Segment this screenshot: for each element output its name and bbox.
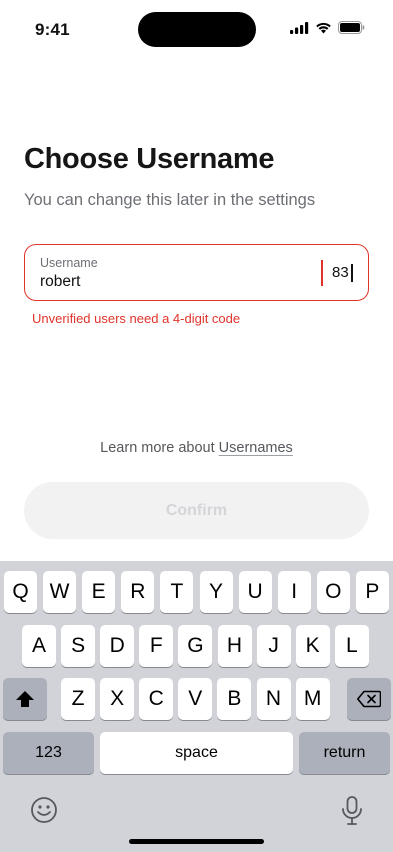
username-field[interactable]: Username robert 83 [24,244,369,301]
home-indicator [129,839,264,844]
key-t[interactable]: T [160,571,194,613]
status-bar: 9:41 [0,0,393,58]
wifi-icon [316,22,331,33]
learn-more-text: Learn more about Usernames [0,440,393,456]
key-p[interactable]: P [355,571,389,613]
key-d[interactable]: D [100,625,135,667]
key-w[interactable]: W [43,571,77,613]
key-o[interactable]: O [316,571,350,613]
key-y[interactable]: Y [199,571,233,613]
status-time: 9:41 [35,20,70,39]
key-e[interactable]: E [82,571,116,613]
key-m[interactable]: M [295,678,330,720]
key-u[interactable]: U [238,571,272,613]
key-h[interactable]: H [217,625,252,667]
key-k[interactable]: K [295,625,330,667]
delete-key[interactable] [347,678,391,720]
microphone-icon [342,796,362,825]
key-l[interactable]: L [334,625,369,667]
numbers-key[interactable]: 123 [3,732,94,774]
key-q[interactable]: Q [4,571,37,613]
error-message: Unverified users need a 4-digit code [32,311,241,326]
key-a[interactable]: A [22,625,56,667]
backspace-icon [357,690,381,708]
key-v[interactable]: V [178,678,213,720]
key-b[interactable]: B [217,678,252,720]
key-c[interactable]: C [139,678,174,720]
key-f[interactable]: F [139,625,174,667]
dictation-button[interactable] [341,796,363,831]
status-icons [290,21,365,34]
username-code-input[interactable]: 83 [332,264,349,281]
return-key[interactable]: return [299,732,390,774]
key-x[interactable]: X [100,678,135,720]
key-g[interactable]: G [178,625,213,667]
key-r[interactable]: R [121,571,155,613]
key-j[interactable]: J [256,625,291,667]
confirm-button[interactable]: Confirm [24,482,369,539]
page-subtitle: You can change this later in the setting… [24,191,316,209]
usernames-link[interactable]: Usernames [219,440,293,456]
shift-icon [16,691,34,707]
space-key[interactable]: space [100,732,293,774]
page-title: Choose Username [24,143,275,175]
text-cursor [351,264,353,282]
username-input[interactable]: robert [40,273,81,291]
emoji-button[interactable] [30,796,58,829]
shift-key[interactable] [3,678,47,720]
field-divider [321,260,323,286]
battery-icon [338,21,365,34]
emoji-icon [31,797,57,823]
key-i[interactable]: I [277,571,311,613]
key-n[interactable]: N [256,678,291,720]
cellular-signal-icon [290,21,309,34]
key-z[interactable]: Z [61,678,95,720]
dynamic-island [138,12,256,47]
learn-more-prefix: Learn more about [100,440,219,456]
username-field-label: Username [40,256,98,270]
keyboard: QWERTYUIOP ASDFGHJKL ZXCVBNM 123 space r… [0,561,393,852]
key-s[interactable]: S [61,625,96,667]
